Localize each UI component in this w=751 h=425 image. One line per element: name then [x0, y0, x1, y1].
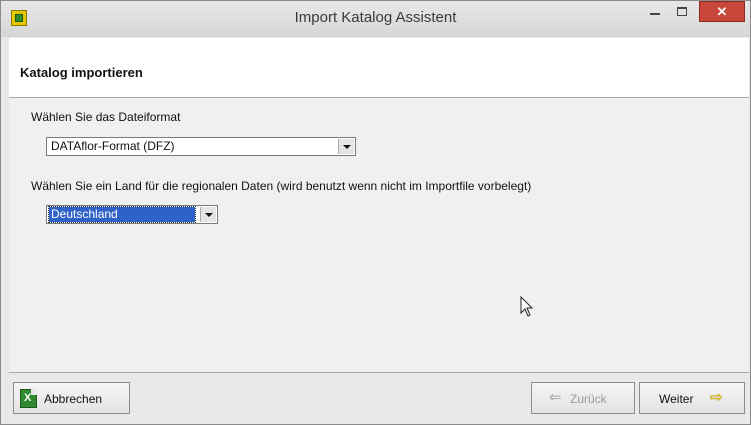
excel-cancel-icon	[20, 389, 37, 408]
wizard-header: Katalog importieren	[9, 38, 749, 98]
maximize-button[interactable]	[668, 1, 695, 22]
page-title: Katalog importieren	[20, 65, 143, 80]
next-button[interactable]: Weiter ⇨	[639, 382, 745, 414]
country-select[interactable]: Deutschland	[46, 205, 218, 224]
wizard-content: Wählen Sie das Dateiformat DATAflor-Form…	[9, 98, 749, 373]
close-button[interactable]: ✕	[699, 1, 745, 22]
next-button-label: Weiter	[659, 392, 694, 406]
cancel-button-label: Abbrechen	[44, 392, 103, 406]
file-format-select[interactable]: DATAflor-Format (DFZ)	[46, 137, 356, 156]
file-format-label: Wählen Sie das Dateiformat	[31, 110, 181, 124]
minimize-icon	[649, 13, 660, 15]
chevron-down-icon[interactable]	[200, 207, 216, 222]
country-value: Deutschland	[48, 206, 196, 223]
arrow-right-icon: ⇨	[710, 389, 723, 406]
back-button-label: Zurück	[570, 392, 607, 406]
mouse-cursor-icon	[520, 296, 534, 317]
title-bar[interactable]: Import Katalog Assistent ✕	[1, 1, 750, 37]
back-button[interactable]: ⇐ Zurück	[531, 382, 635, 414]
import-wizard-window: Import Katalog Assistent ✕ Katalog impor…	[0, 0, 751, 425]
wizard-footer: Abbrechen ⇐ Zurück Weiter ⇨	[9, 373, 749, 423]
maximize-icon	[676, 7, 687, 16]
country-label: Wählen Sie ein Land für die regionalen D…	[31, 179, 532, 193]
close-icon: ✕	[716, 4, 728, 19]
minimize-button[interactable]	[641, 1, 668, 22]
chevron-down-icon[interactable]	[338, 139, 354, 154]
window-title: Import Katalog Assistent	[294, 9, 457, 26]
file-format-value: DATAflor-Format (DFZ)	[51, 139, 175, 153]
cancel-button[interactable]: Abbrechen	[13, 382, 130, 414]
arrow-left-icon: ⇐	[549, 389, 562, 406]
